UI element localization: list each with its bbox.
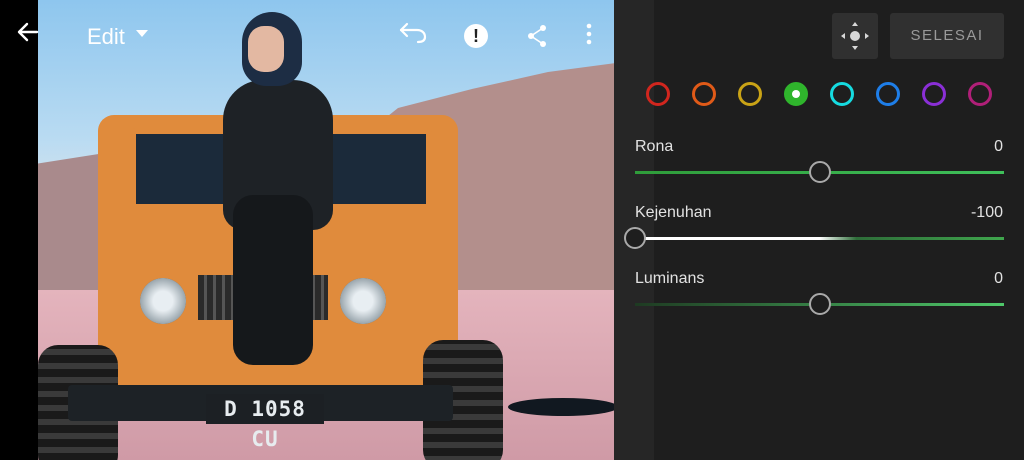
hsl-panel (614, 0, 1024, 460)
color-green-button[interactable] (784, 82, 808, 106)
shadow (508, 398, 614, 416)
target-adjust-icon (841, 22, 869, 50)
slider-label-kejenuhan: Kejenuhan (635, 204, 712, 221)
jeep-headlight-right (340, 278, 386, 324)
color-blue-button[interactable] (876, 82, 900, 106)
slider-value-rona: 0 (994, 138, 1003, 155)
slider-label-rona: Rona (635, 138, 674, 155)
slider-label-luminans: Luminans (635, 270, 705, 287)
slider-track-kejenuhan[interactable] (635, 237, 1004, 240)
slider-value-kejenuhan: -100 (970, 204, 1003, 221)
target-adjust-button[interactable] (832, 13, 878, 59)
slider-thumb-rona[interactable] (808, 161, 831, 183)
done-button[interactable]: SELESAI (890, 13, 1004, 59)
color-orange-button[interactable] (692, 82, 716, 106)
more-vertical-icon[interactable] (585, 22, 593, 53)
mode-dropdown-label[interactable]: Edit (87, 24, 125, 50)
slider-value-luminans: 0 (994, 270, 1003, 287)
color-red-button[interactable] (646, 82, 670, 106)
chevron-down-icon[interactable] (136, 30, 148, 37)
arrow-left-icon[interactable] (16, 20, 40, 49)
undo-icon[interactable] (398, 20, 428, 49)
share-icon[interactable] (526, 24, 548, 48)
alert-icon[interactable]: ! (464, 24, 488, 48)
color-aqua-button[interactable] (830, 82, 854, 106)
color-purple-button[interactable] (922, 82, 946, 106)
license-plate: D 1058 CU (206, 394, 324, 451)
top-toolbar: Edit ! (0, 0, 614, 72)
jeep-headlight-left (140, 278, 186, 324)
slider-thumb-luminans[interactable] (808, 293, 831, 315)
color-yellow-button[interactable] (738, 82, 762, 106)
slider-thumb-kejenuhan[interactable] (624, 227, 646, 249)
color-magenta-button[interactable] (968, 82, 992, 106)
person-legs (233, 195, 313, 365)
